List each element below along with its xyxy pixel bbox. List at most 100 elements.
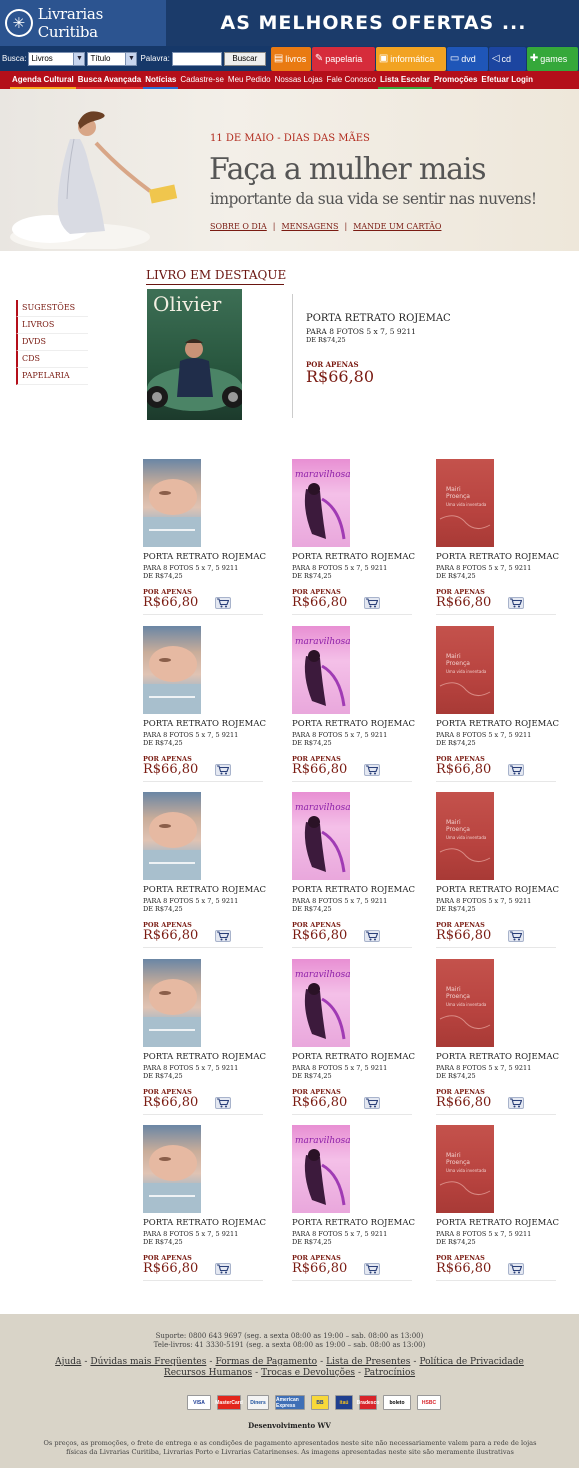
- category-informatica[interactable]: ▣ informática: [375, 46, 446, 71]
- product-name[interactable]: PORTA RETRATO ROJEMAC: [436, 885, 559, 895]
- search-button[interactable]: Buscar: [223, 51, 266, 66]
- product-card[interactable]: Mairi Proença Uma vida inventada PORTA RETR…: [436, 959, 559, 1119]
- field-select[interactable]: Título ▼: [87, 51, 138, 66]
- mothers-day-banner[interactable]: 11 DE MAIO - DIAS DAS MÃES Faça a mulher…: [0, 89, 579, 251]
- product-name[interactable]: PORTA RETRATO ROJEMAC: [143, 1218, 266, 1228]
- link-mande-um-cartao[interactable]: MANDE UM CARTÃO: [353, 222, 441, 231]
- nav-fale-conosco[interactable]: Fale Conosco: [325, 71, 378, 89]
- product-name[interactable]: PORTA RETRATO ROJEMAC: [143, 885, 266, 895]
- baby-book-cover[interactable]: [143, 1125, 201, 1213]
- sidebar-item-livros[interactable]: LIVROS: [16, 317, 88, 334]
- product-name[interactable]: PORTA RETRATO ROJEMAC: [292, 719, 415, 729]
- footer-developer[interactable]: Desenvolvimento WV: [0, 1421, 579, 1430]
- baby-book-cover[interactable]: [143, 792, 201, 880]
- add-to-cart-button[interactable]: [508, 597, 524, 609]
- sidebar-item-dvds[interactable]: DVDS: [16, 334, 88, 351]
- footer-link-patrocinios[interactable]: Patrocínios: [364, 1368, 415, 1378]
- nav-cadastre-se[interactable]: Cadastre-se: [178, 71, 226, 89]
- nav-nossas-lojas[interactable]: Nossas Lojas: [273, 71, 325, 89]
- nav-lista-escolar[interactable]: Lista Escolar: [378, 71, 432, 89]
- product-card[interactable]: PORTA RETRATO ROJEMAC PARA 8 FOTOS 5 x 7,…: [143, 459, 266, 619]
- footer-link-rh[interactable]: Recursos Humanos: [164, 1368, 252, 1378]
- product-card[interactable]: PORTA RETRATO ROJEMAC PARA 8 FOTOS 5 x 7,…: [143, 626, 266, 786]
- maravilhosa-book-cover[interactable]: maravilhosa!: [292, 959, 350, 1047]
- add-to-cart-button[interactable]: [215, 930, 231, 942]
- category-livros[interactable]: ▤ livros: [270, 46, 311, 71]
- product-card[interactable]: maravilhosa! PORTA RETRATO ROJEMAC PARA 8 …: [292, 792, 415, 952]
- nav-busca-avancada[interactable]: Busca Avançada: [75, 71, 144, 89]
- product-name[interactable]: PORTA RETRATO ROJEMAC: [292, 1052, 415, 1062]
- product-name[interactable]: PORTA RETRATO ROJEMAC: [292, 885, 415, 895]
- product-card[interactable]: maravilhosa! PORTA RETRATO ROJEMAC PARA 8 …: [292, 959, 415, 1119]
- link-mensagens[interactable]: MENSAGENS: [281, 222, 338, 231]
- category-dvd[interactable]: ▭ dvd: [446, 46, 488, 71]
- product-card[interactable]: maravilhosa! PORTA RETRATO ROJEMAC PARA 8 …: [292, 459, 415, 619]
- baby-book-cover[interactable]: [143, 626, 201, 714]
- add-to-cart-button[interactable]: [215, 1263, 231, 1275]
- category-games[interactable]: ✚ games: [526, 46, 578, 71]
- product-card[interactable]: Mairi Proença Uma vida inventada PORTA RETR…: [436, 1125, 559, 1285]
- maravilhosa-book-cover[interactable]: maravilhosa!: [292, 792, 350, 880]
- sidebar-item-sugestoes[interactable]: SUGESTÕES: [16, 300, 88, 317]
- product-name[interactable]: PORTA RETRATO ROJEMAC: [143, 552, 266, 562]
- product-card[interactable]: PORTA RETRATO ROJEMAC PARA 8 FOTOS 5 x 7,…: [143, 959, 266, 1119]
- product-card[interactable]: Mairi Proença Uma vida inventada PORTA RETR…: [436, 626, 559, 786]
- red-book-cover[interactable]: Mairi Proença Uma vida inventada: [436, 626, 494, 714]
- footer-link-formas-pagamento[interactable]: Formas de Pagamento: [215, 1357, 317, 1367]
- product-card[interactable]: Mairi Proença Uma vida inventada PORTA RETR…: [436, 459, 559, 619]
- footer-link-ajuda[interactable]: Ajuda: [55, 1357, 81, 1367]
- product-name[interactable]: PORTA RETRATO ROJEMAC: [436, 552, 559, 562]
- add-to-cart-button[interactable]: [508, 930, 524, 942]
- product-name[interactable]: PORTA RETRATO ROJEMAC: [143, 1052, 266, 1062]
- maravilhosa-book-cover[interactable]: maravilhosa!: [292, 459, 350, 547]
- featured-book-cover[interactable]: Olivier: [147, 289, 242, 420]
- link-sobre-o-dia[interactable]: SOBRE O DIA: [210, 222, 267, 231]
- sidebar-item-cds[interactable]: CDS: [16, 351, 88, 368]
- category-papelaria[interactable]: ✎ papelaria: [311, 46, 375, 71]
- red-book-cover[interactable]: Mairi Proença Uma vida inventada: [436, 459, 494, 547]
- add-to-cart-button[interactable]: [364, 597, 380, 609]
- add-to-cart-button[interactable]: [215, 597, 231, 609]
- nav-efetuar-login[interactable]: Efetuar Login: [479, 71, 535, 89]
- product-name[interactable]: PORTA RETRATO ROJEMAC: [292, 552, 415, 562]
- add-to-cart-button[interactable]: [364, 930, 380, 942]
- nav-agenda-cultural[interactable]: Agenda Cultural: [10, 71, 76, 89]
- product-card[interactable]: PORTA RETRATO ROJEMAC PARA 8 FOTOS 5 x 7,…: [143, 792, 266, 952]
- sidebar-item-papelaria[interactable]: PAPELARIA: [16, 368, 88, 385]
- product-card[interactable]: Mairi Proença Uma vida inventada PORTA RETR…: [436, 792, 559, 952]
- product-card[interactable]: maravilhosa! PORTA RETRATO ROJEMAC PARA 8 …: [292, 626, 415, 786]
- featured-product-name[interactable]: PORTA RETRATO ROJEMAC: [306, 313, 451, 324]
- red-book-cover[interactable]: Mairi Proença Uma vida inventada: [436, 1125, 494, 1213]
- category-select[interactable]: Livros ▼: [28, 51, 86, 66]
- baby-book-cover[interactable]: [143, 459, 201, 547]
- nav-meu-pedido[interactable]: Meu Pedido: [226, 71, 273, 89]
- add-to-cart-button[interactable]: [508, 1263, 524, 1275]
- footer-link-politica[interactable]: Política de Privacidade: [419, 1357, 523, 1367]
- add-to-cart-button[interactable]: [508, 1097, 524, 1109]
- nav-noticias[interactable]: Notícias: [143, 71, 179, 89]
- footer-link-lista-presentes[interactable]: Lista de Presentes: [326, 1357, 410, 1367]
- add-to-cart-button[interactable]: [215, 764, 231, 776]
- product-name[interactable]: PORTA RETRATO ROJEMAC: [143, 719, 266, 729]
- product-name[interactable]: PORTA RETRATO ROJEMAC: [436, 1052, 559, 1062]
- product-card[interactable]: maravilhosa! PORTA RETRATO ROJEMAC PARA 8 …: [292, 1125, 415, 1285]
- maravilhosa-book-cover[interactable]: maravilhosa!: [292, 1125, 350, 1213]
- add-to-cart-button[interactable]: [364, 764, 380, 776]
- product-name[interactable]: PORTA RETRATO ROJEMAC: [436, 719, 559, 729]
- product-name[interactable]: PORTA RETRATO ROJEMAC: [436, 1218, 559, 1228]
- red-book-cover[interactable]: Mairi Proença Uma vida inventada: [436, 792, 494, 880]
- footer-link-trocas[interactable]: Trocas e Devoluções: [261, 1368, 355, 1378]
- add-to-cart-button[interactable]: [364, 1097, 380, 1109]
- search-input[interactable]: [171, 51, 222, 66]
- red-book-cover[interactable]: Mairi Proença Uma vida inventada: [436, 959, 494, 1047]
- add-to-cart-button[interactable]: [364, 1263, 380, 1275]
- product-name[interactable]: PORTA RETRATO ROJEMAC: [292, 1218, 415, 1228]
- add-to-cart-button[interactable]: [215, 1097, 231, 1109]
- category-cd[interactable]: ◁ cd: [488, 46, 526, 71]
- baby-book-cover[interactable]: [143, 959, 201, 1047]
- maravilhosa-book-cover[interactable]: maravilhosa!: [292, 626, 350, 714]
- product-card[interactable]: PORTA RETRATO ROJEMAC PARA 8 FOTOS 5 x 7,…: [143, 1125, 266, 1285]
- add-to-cart-button[interactable]: [508, 764, 524, 776]
- footer-link-duvidas[interactable]: Dúvidas mais Freqüentes: [90, 1357, 206, 1367]
- nav-promocoes[interactable]: Promoções: [432, 71, 480, 89]
